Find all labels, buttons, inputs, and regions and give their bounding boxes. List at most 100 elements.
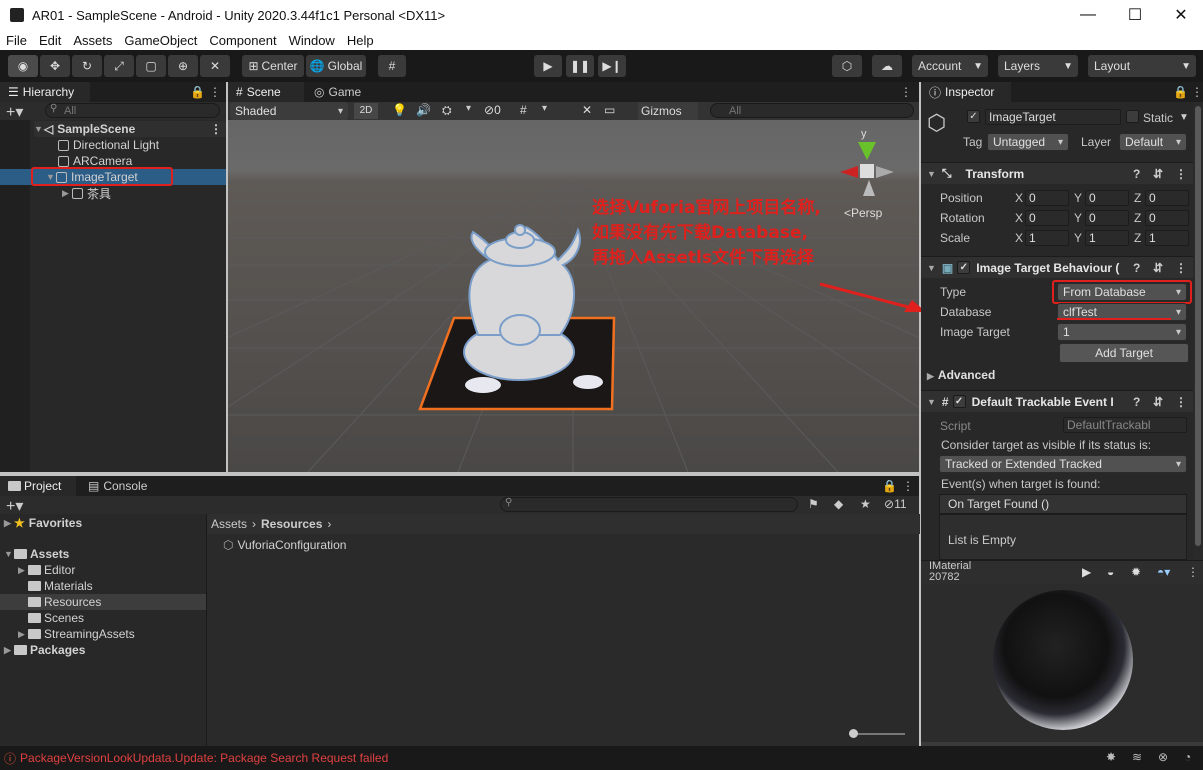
collab-button[interactable]: ⬡ bbox=[832, 55, 862, 77]
favorites-item[interactable]: ▶ ★ Favorites bbox=[4, 515, 82, 531]
maximize-button[interactable]: ☐ bbox=[1112, 0, 1158, 30]
auto-generate-lighting-icon[interactable]: ✸ bbox=[1106, 750, 1116, 764]
scale-tool-button[interactable]: ⤢ bbox=[104, 55, 134, 77]
layout-dropdown[interactable]: Layout ▼ bbox=[1088, 55, 1196, 77]
add-target-button[interactable]: Add Target bbox=[1059, 343, 1189, 363]
sphere-icon[interactable]: ◒ bbox=[1107, 565, 1114, 579]
more-options-icon[interactable]: ⋮ bbox=[1191, 85, 1203, 99]
more-options-icon[interactable]: ⋮ bbox=[900, 85, 912, 99]
position-x-field[interactable]: 0 bbox=[1025, 190, 1069, 206]
audio-icon[interactable]: 🔊 bbox=[416, 103, 431, 117]
gizmos-dropdown[interactable]: Gizmos bbox=[638, 102, 698, 120]
more-options-icon[interactable]: ⋮ bbox=[1175, 395, 1187, 409]
menu-component[interactable]: Component bbox=[203, 33, 282, 48]
status-dropdown[interactable]: Tracked or Extended Tracked bbox=[939, 455, 1187, 473]
grid-toggle-icon[interactable]: # bbox=[520, 103, 527, 117]
more-options-icon[interactable]: ⋮ bbox=[1187, 565, 1199, 579]
close-button[interactable]: ✕ bbox=[1158, 0, 1203, 30]
expand-arrow-icon[interactable]: ▼ bbox=[927, 263, 936, 273]
rotation-y-field[interactable]: 0 bbox=[1085, 210, 1129, 226]
transform-header[interactable]: ▼ ⤡ Transform ? ⇵ ⋮ bbox=[921, 162, 1203, 184]
menu-window[interactable]: Window bbox=[283, 33, 341, 48]
star-icon[interactable]: ★ bbox=[860, 497, 871, 511]
image-target-behaviour-header[interactable]: ▼ ▣ ✓ Image Target Behaviour ( ? ⇵ ⋮ bbox=[921, 256, 1203, 278]
minimize-button[interactable]: — bbox=[1065, 0, 1111, 30]
preset-icon[interactable]: ⇵ bbox=[1153, 395, 1163, 409]
layers-dropdown[interactable]: Layers ▼ bbox=[998, 55, 1078, 77]
more-options-icon[interactable]: ⋮ bbox=[1175, 167, 1187, 181]
help-icon[interactable]: ? bbox=[1133, 167, 1140, 181]
hidden-packages-icon[interactable]: ⊘11 bbox=[884, 497, 907, 511]
move-tool-button[interactable]: ✥ bbox=[40, 55, 70, 77]
help-icon[interactable]: ? bbox=[1133, 395, 1140, 409]
project-search-input[interactable] bbox=[500, 497, 798, 512]
debug-icon[interactable]: ⊗ bbox=[1158, 750, 1168, 764]
pivot-global-button[interactable]: 🌐 Global bbox=[306, 55, 366, 77]
tab-hierarchy[interactable]: ☰ Hierarchy bbox=[0, 82, 90, 102]
assets-item[interactable]: ▼ Assets bbox=[4, 546, 69, 562]
menu-file[interactable]: File bbox=[0, 33, 33, 48]
hidden-objects-icon[interactable]: ⊘0 bbox=[484, 103, 501, 117]
pause-button[interactable]: ❚❚ bbox=[566, 55, 594, 77]
lock-icon[interactable]: 🔒 bbox=[1173, 85, 1188, 99]
chevron-down-icon[interactable]: ▾ bbox=[542, 103, 547, 114]
lighting-icon[interactable]: ✹ bbox=[1131, 565, 1141, 579]
scale-x-field[interactable]: 1 bbox=[1025, 230, 1069, 246]
gizmo-neg-x-arrow-icon[interactable] bbox=[876, 166, 894, 178]
effects-icon[interactable]: ⛭ bbox=[442, 103, 452, 118]
progress-icon[interactable]: ◔ bbox=[1184, 750, 1191, 764]
persp-label[interactable]: <Persp bbox=[844, 206, 882, 220]
expand-arrow-icon[interactable]: ▼ bbox=[927, 397, 936, 407]
lighting-icon[interactable]: 💡 bbox=[392, 103, 407, 117]
active-checkbox[interactable]: ✓ bbox=[967, 110, 980, 123]
list-item[interactable]: ▶ 茶具 bbox=[62, 185, 111, 201]
mode-2d-button[interactable]: 2D bbox=[354, 103, 378, 119]
cache-icon[interactable]: ≋ bbox=[1132, 750, 1142, 764]
view-tool-button[interactable]: ◉ bbox=[8, 55, 38, 77]
preset-icon[interactable]: ⇵ bbox=[1153, 167, 1163, 181]
scale-y-field[interactable]: 1 bbox=[1085, 230, 1129, 246]
breadcrumb-item[interactable]: Resources bbox=[261, 517, 322, 531]
account-dropdown[interactable]: Account ▼ bbox=[912, 55, 988, 77]
more-options-icon[interactable]: ⋮ bbox=[209, 85, 221, 99]
advanced-foldout[interactable]: ▶ Advanced bbox=[927, 368, 995, 382]
list-item-scene[interactable]: ▼ ◁ SampleScene ⋮ bbox=[34, 121, 226, 137]
menu-edit[interactable]: Edit bbox=[33, 33, 67, 48]
tab-game[interactable]: ◎ Game bbox=[306, 82, 370, 102]
rotation-x-field[interactable]: 0 bbox=[1025, 210, 1069, 226]
object-name-field[interactable]: ImageTarget bbox=[985, 109, 1121, 125]
rotation-z-field[interactable]: 0 bbox=[1145, 210, 1189, 226]
more-options-icon[interactable]: ⋮ bbox=[902, 479, 914, 493]
layer-dropdown[interactable]: Default bbox=[1119, 133, 1187, 151]
add-icon[interactable]: +▾ bbox=[6, 496, 23, 516]
tab-inspector[interactable]: ⓘ Inspector bbox=[921, 82, 1011, 102]
expand-arrow-icon[interactable]: ▼ bbox=[927, 169, 936, 179]
play-button[interactable]: ▶ bbox=[534, 55, 562, 77]
tools-icon[interactable]: ✕ bbox=[582, 103, 592, 117]
folder-item[interactable]: ▶ StreamingAssets bbox=[18, 626, 135, 642]
inspector-scrollbar[interactable] bbox=[1193, 102, 1203, 560]
tab-scene[interactable]: # Scene bbox=[228, 82, 304, 102]
more-options-icon[interactable]: ⋮ bbox=[210, 122, 222, 136]
label-icon[interactable]: ◆ bbox=[834, 497, 843, 511]
slider-thumb[interactable] bbox=[849, 729, 858, 738]
folder-item[interactable]: Scenes bbox=[28, 610, 84, 626]
filter-type-icon[interactable]: ⚑ bbox=[808, 497, 819, 511]
collapse-arrow-icon[interactable]: ▶ bbox=[62, 188, 72, 199]
scene-search-input[interactable]: All bbox=[710, 103, 914, 118]
chevron-down-icon[interactable]: ▼ bbox=[1179, 112, 1189, 123]
packages-item[interactable]: ▶ Packages bbox=[4, 642, 85, 658]
lock-icon[interactable]: 🔒 bbox=[190, 85, 205, 99]
grid-snap-button[interactable]: # bbox=[378, 55, 406, 77]
custom-tool-button[interactable]: ✕ bbox=[200, 55, 230, 77]
folder-item-selected[interactable]: Resources bbox=[0, 594, 206, 610]
scrollbar-thumb[interactable] bbox=[1195, 106, 1201, 546]
gizmo-center-cube-icon[interactable] bbox=[860, 164, 874, 178]
help-icon[interactable]: ? bbox=[1133, 261, 1140, 275]
camera-icon[interactable]: ▭ bbox=[604, 103, 615, 117]
transform-tool-button[interactable]: ⊕ bbox=[168, 55, 198, 77]
shading-mode-dropdown[interactable]: Shaded bbox=[230, 102, 348, 120]
tab-console[interactable]: ▤ Console bbox=[80, 476, 160, 496]
menu-assets[interactable]: Assets bbox=[67, 33, 118, 48]
step-button[interactable]: ▶❙ bbox=[598, 55, 626, 77]
